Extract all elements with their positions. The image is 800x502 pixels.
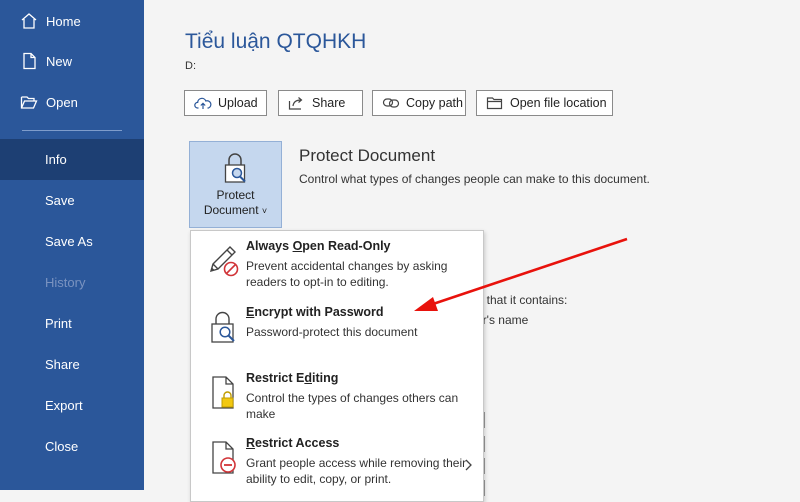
share-button[interactable]: Share [278, 90, 363, 116]
nav-history: History [0, 264, 144, 300]
menu-item-encrypt-with-password[interactable]: Encrypt with Password Password-protect t… [191, 305, 483, 365]
nav-open-label: Open [46, 94, 78, 110]
chevron-right-icon [465, 459, 472, 471]
nav-new-label: New [46, 53, 73, 69]
lock-search-icon [224, 153, 246, 183]
nav-divider [22, 130, 122, 131]
protect-document-button[interactable]: Protect Document ˅ [189, 141, 282, 228]
nav-save-as-label: Save As [45, 233, 93, 249]
nav-home[interactable]: Home [0, 3, 144, 39]
nav-print-label: Print [45, 315, 72, 331]
open-file-location-button[interactable]: Open file location [476, 90, 613, 116]
menu-item-restrict-editing[interactable]: Restrict Editing Control the types of ch… [191, 371, 483, 431]
menu-item-always-open-read-only[interactable]: Always Open Read-Only Prevent accidental… [191, 239, 483, 299]
menu-item-restrict-access[interactable]: Restrict Access Grant people access whil… [191, 436, 483, 498]
home-icon [20, 12, 38, 30]
nav-info-label: Info [45, 152, 67, 167]
nav-history-label: History [45, 274, 86, 290]
document-title: Tiểu luận QTQHKH [185, 30, 367, 53]
backstage-sidebar: Home New Open Info Save Save As History … [0, 0, 144, 490]
protect-tile-line2: Document [203, 203, 259, 217]
nav-close[interactable]: Close [0, 428, 144, 464]
document-lock-icon [212, 376, 234, 409]
nav-close-label: Close [45, 438, 79, 454]
copy-path-button[interactable]: Copy path [372, 90, 466, 116]
open-file-location-label: Open file location [510, 96, 607, 110]
open-folder-icon [20, 93, 38, 111]
cloud-upload-icon [194, 97, 212, 109]
menu-item-description: Password-protect this document [246, 325, 418, 339]
upload-label: Upload [218, 96, 258, 110]
nav-save-label: Save [45, 192, 75, 208]
menu-item-title: Encrypt with Password [246, 305, 384, 319]
menu-item-description: Prevent accidental changes by asking rea… [246, 259, 448, 289]
upload-button[interactable]: Upload [184, 90, 267, 116]
nav-share-label: Share [45, 356, 80, 372]
nav-share[interactable]: Share [0, 346, 144, 382]
menu-item-title: Restrict Access [246, 436, 340, 450]
new-document-icon [20, 52, 38, 70]
protect-tile-line1: Protect [216, 188, 255, 202]
nav-save[interactable]: Save [0, 182, 144, 218]
link-icon [382, 98, 400, 108]
share-icon [288, 97, 303, 110]
nav-home-label: Home [46, 13, 81, 29]
protect-document-description: Control what types of changes people can… [299, 172, 650, 186]
nav-export[interactable]: Export [0, 387, 144, 423]
document-path: D: [185, 60, 196, 72]
menu-item-description: Control the types of changes others can … [246, 391, 459, 421]
nav-export-label: Export [45, 397, 83, 413]
menu-item-description: Grant people access while removing their… [246, 456, 467, 486]
protect-document-menu: Always Open Read-Only Prevent accidental… [190, 230, 484, 502]
chevron-down-icon: ˅ [261, 206, 268, 216]
menu-item-title: Restrict Editing [246, 371, 339, 385]
menu-item-title: Always Open Read-Only [246, 239, 391, 253]
nav-print[interactable]: Print [0, 305, 144, 341]
nav-open[interactable]: Open [0, 84, 144, 120]
nav-new[interactable]: New [0, 43, 144, 79]
protect-document-heading: Protect Document [299, 146, 436, 165]
lock-search-icon [211, 311, 235, 343]
copy-path-label: Copy path [406, 96, 463, 110]
pencil-prohibited-icon [209, 246, 239, 277]
share-label: Share [312, 96, 346, 110]
nav-save-as[interactable]: Save As [0, 223, 144, 259]
folder-icon [486, 97, 503, 110]
document-restricted-icon [212, 441, 236, 474]
nav-info[interactable]: Info [0, 139, 144, 180]
